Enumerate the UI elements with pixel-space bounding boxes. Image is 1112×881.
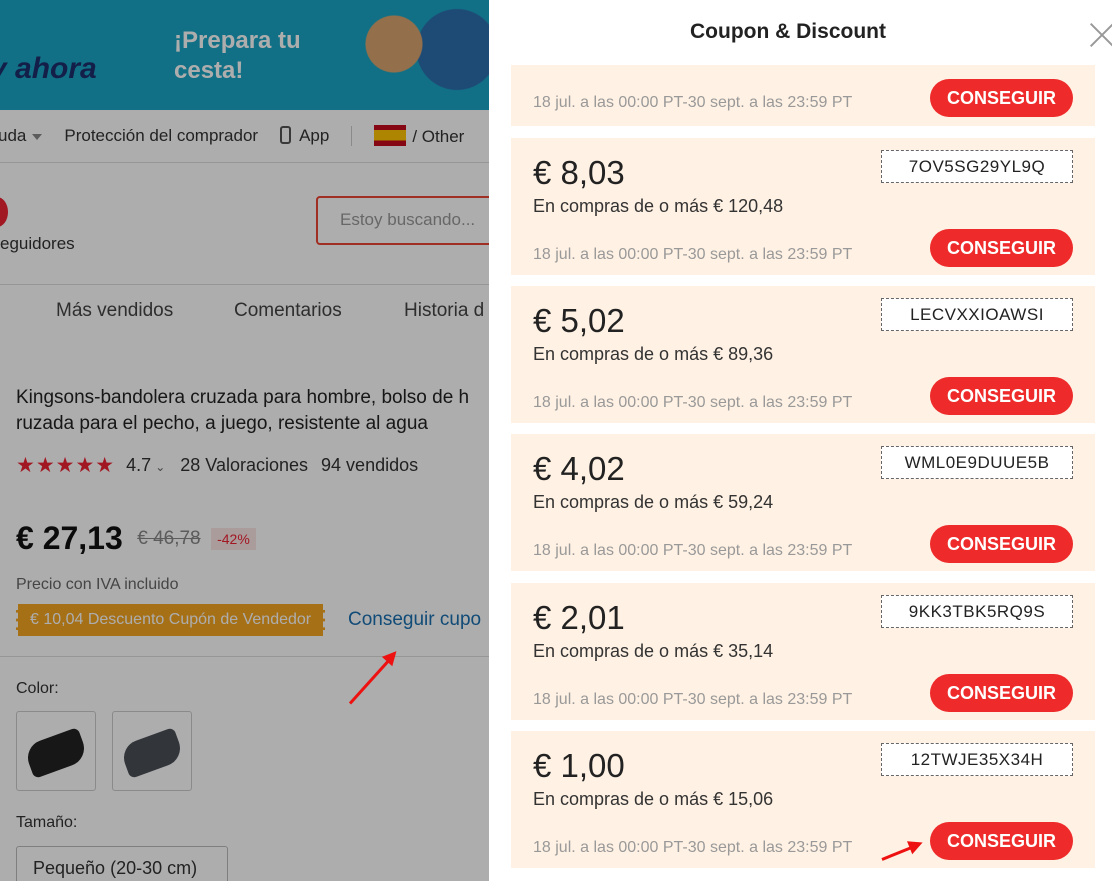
coupon-validity: 18 jul. a las 00:00 PT-30 sept. a las 23… [533, 394, 853, 411]
coupon-amount: € 4,02 [533, 450, 625, 487]
coupon-code[interactable]: 7OV5SG29YL9Q [881, 150, 1073, 183]
coupon-minimum: En compras de o más € 89,36 [533, 344, 774, 364]
coupon-validity: 18 jul. a las 00:00 PT-30 sept. a las 23… [533, 542, 853, 559]
coupon-code[interactable]: 9KK3TBK5RQ9S [881, 595, 1073, 628]
coupon-card: € 2,01 En compras de o más € 35,14 9KK3T… [511, 583, 1095, 720]
get-coupon-button[interactable]: CONSEGUIR [930, 822, 1073, 860]
coupon-minimum: En compras de o más € 15,06 [533, 789, 774, 809]
modal-backdrop[interactable] [0, 0, 489, 881]
coupon-validity: 18 jul. a las 00:00 PT-30 sept. a las 23… [533, 691, 853, 708]
coupon-list: 18 jul. a las 00:00 PT-30 sept. a las 23… [511, 0, 1095, 881]
coupon-validity: 18 jul. a las 00:00 PT-30 sept. a las 23… [533, 839, 853, 856]
coupon-validity: 18 jul. a las 00:00 PT-30 sept. a las 23… [533, 94, 853, 111]
get-coupon-button[interactable]: CONSEGUIR [930, 79, 1073, 117]
panel-header: Coupon & Discount [489, 0, 1112, 65]
panel-title: Coupon & Discount [690, 20, 886, 43]
get-coupon-button[interactable]: CONSEGUIR [930, 377, 1073, 415]
close-icon[interactable] [1090, 22, 1112, 48]
coupon-minimum: En compras de o más € 120,48 [533, 196, 784, 216]
coupon-amount: € 5,02 [533, 302, 625, 339]
coupon-card: € 5,02 En compras de o más € 89,36 LECVX… [511, 286, 1095, 423]
coupon-card: € 4,02 En compras de o más € 59,24 WML0E… [511, 434, 1095, 571]
get-coupon-button[interactable]: CONSEGUIR [930, 525, 1073, 563]
coupon-card: € 8,03 En compras de o más € 120,48 7OV5… [511, 138, 1095, 275]
get-coupon-button[interactable]: CONSEGUIR [930, 674, 1073, 712]
coupon-minimum: En compras de o más € 59,24 [533, 492, 774, 512]
coupon-amount: € 8,03 [533, 154, 625, 191]
get-coupon-button[interactable]: CONSEGUIR [930, 229, 1073, 267]
coupon-code[interactable]: 12TWJE35X34H [881, 743, 1073, 776]
coupon-card: € 1,00 En compras de o más € 15,06 12TWJ… [511, 731, 1095, 868]
coupon-minimum: En compras de o más € 35,14 [533, 641, 774, 661]
coupon-panel: 18 jul. a las 00:00 PT-30 sept. a las 23… [489, 0, 1112, 881]
coupon-card: 18 jul. a las 00:00 PT-30 sept. a las 23… [511, 65, 1095, 126]
coupon-amount: € 2,01 [533, 599, 625, 636]
coupon-code[interactable]: LECVXXIOAWSI [881, 298, 1073, 331]
coupon-amount: € 1,00 [533, 747, 625, 784]
coupon-validity: 18 jul. a las 00:00 PT-30 sept. a las 23… [533, 246, 853, 263]
coupon-code[interactable]: WML0E9DUUE5B [881, 446, 1073, 479]
